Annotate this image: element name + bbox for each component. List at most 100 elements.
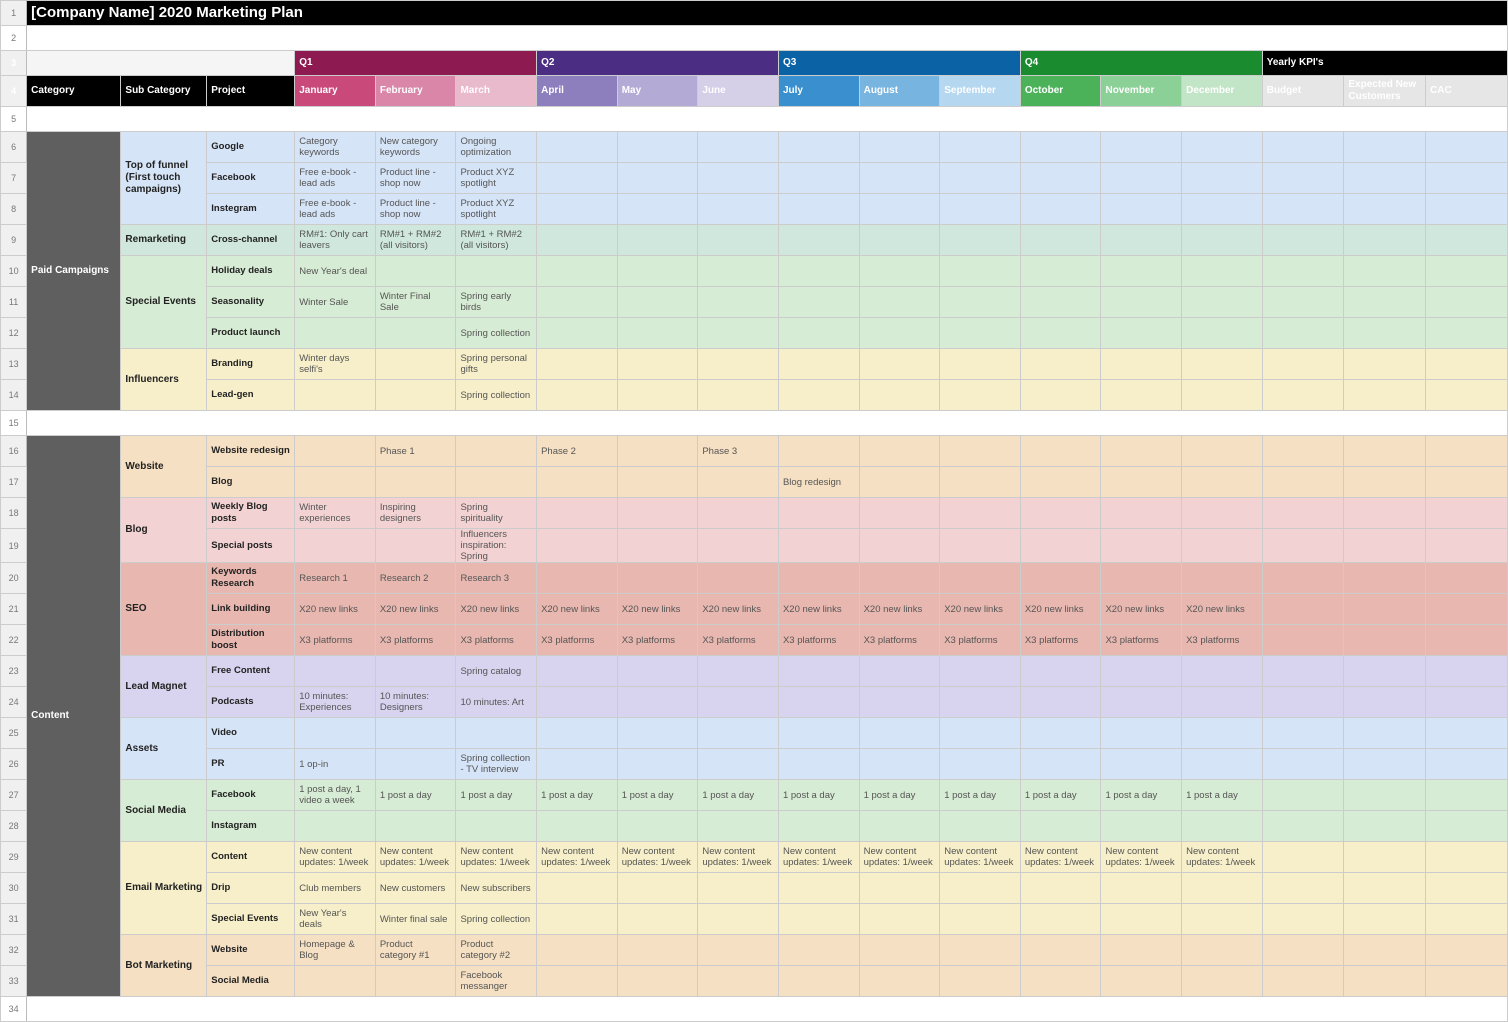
kpi-cell[interactable]: [1262, 132, 1344, 163]
row-number[interactable]: 29: [1, 842, 27, 873]
month-cell[interactable]: [617, 132, 698, 163]
month-cell[interactable]: [859, 811, 940, 842]
kpi-cell[interactable]: [1426, 380, 1508, 411]
kpi-cell[interactable]: [1262, 194, 1344, 225]
month-cell[interactable]: [698, 904, 779, 935]
project-cell[interactable]: Social Media: [207, 966, 295, 997]
month-cell[interactable]: [859, 287, 940, 318]
month-cell[interactable]: [1182, 225, 1263, 256]
month-cell[interactable]: [617, 718, 698, 749]
project-cell[interactable]: Cross-channel: [207, 225, 295, 256]
month-cell[interactable]: [617, 318, 698, 349]
month-cell[interactable]: [1020, 811, 1101, 842]
month-cell[interactable]: [617, 467, 698, 498]
month-cell[interactable]: [778, 873, 859, 904]
row-number[interactable]: 26: [1, 749, 27, 780]
month-cell[interactable]: Blog redesign: [778, 467, 859, 498]
month-cell[interactable]: [617, 935, 698, 966]
month-cell[interactable]: [940, 563, 1021, 594]
month-cell[interactable]: [698, 225, 779, 256]
month-cell[interactable]: Phase 2: [537, 436, 618, 467]
month-cell[interactable]: [859, 163, 940, 194]
month-cell[interactable]: X20 new links: [617, 594, 698, 625]
month-cell[interactable]: [940, 287, 1021, 318]
month-cell[interactable]: X3 platforms: [859, 625, 940, 656]
month-cell[interactable]: [537, 349, 618, 380]
month-cell[interactable]: [859, 563, 940, 594]
kpi-cell[interactable]: [1426, 132, 1508, 163]
project-cell[interactable]: Content: [207, 842, 295, 873]
month-cell[interactable]: [1182, 656, 1263, 687]
month-cell[interactable]: X20 new links: [940, 594, 1021, 625]
month-cell[interactable]: [698, 163, 779, 194]
month-cell[interactable]: [698, 380, 779, 411]
month-cell[interactable]: [537, 966, 618, 997]
month-cell[interactable]: [698, 873, 779, 904]
month-cell[interactable]: Winter Final Sale: [375, 287, 456, 318]
kpi-cell[interactable]: [1262, 749, 1344, 780]
month-cell[interactable]: [940, 529, 1021, 563]
month-cell[interactable]: [456, 436, 537, 467]
month-cell[interactable]: [295, 436, 376, 467]
month-cell[interactable]: Spring spirituality: [456, 498, 537, 529]
subcategory-cell[interactable]: Influencers: [121, 349, 207, 411]
month-cell[interactable]: [1182, 163, 1263, 194]
month-cell[interactable]: [1182, 467, 1263, 498]
month-cell[interactable]: [1020, 498, 1101, 529]
month-cell[interactable]: 1 post a day: [456, 780, 537, 811]
project-cell[interactable]: Special posts: [207, 529, 295, 563]
row-number[interactable]: 3: [1, 51, 27, 76]
project-cell[interactable]: Distribution boost: [207, 625, 295, 656]
month-cell[interactable]: [375, 718, 456, 749]
month-cell[interactable]: [1182, 194, 1263, 225]
month-cell[interactable]: [778, 436, 859, 467]
month-cell[interactable]: [1101, 318, 1182, 349]
kpi-cell[interactable]: [1262, 811, 1344, 842]
month-cell[interactable]: 1 post a day: [778, 780, 859, 811]
row-number[interactable]: 12: [1, 318, 27, 349]
grid-scroll[interactable]: 1[Company Name] 2020 Marketing Plan23Q1Q…: [0, 0, 1508, 1022]
month-cell[interactable]: New subscribers: [456, 873, 537, 904]
month-cell[interactable]: [778, 498, 859, 529]
month-cell[interactable]: [1182, 873, 1263, 904]
month-cell[interactable]: [375, 749, 456, 780]
month-cell[interactable]: [1101, 163, 1182, 194]
subcategory-cell[interactable]: Bot Marketing: [121, 935, 207, 997]
row-number[interactable]: 17: [1, 467, 27, 498]
month-cell[interactable]: [940, 467, 1021, 498]
month-cell[interactable]: [859, 349, 940, 380]
month-cell[interactable]: [1182, 935, 1263, 966]
month-cell[interactable]: X3 platforms: [456, 625, 537, 656]
month-cell[interactable]: [940, 132, 1021, 163]
row-number[interactable]: 20: [1, 563, 27, 594]
month-cell[interactable]: [1101, 935, 1182, 966]
month-cell[interactable]: [537, 656, 618, 687]
month-cell[interactable]: [940, 904, 1021, 935]
month-cell[interactable]: X3 platforms: [537, 625, 618, 656]
month-cell[interactable]: [537, 873, 618, 904]
project-cell[interactable]: Google: [207, 132, 295, 163]
month-cell[interactable]: [375, 256, 456, 287]
project-cell[interactable]: Branding: [207, 349, 295, 380]
kpi-cell[interactable]: [1262, 625, 1344, 656]
month-cell[interactable]: [859, 318, 940, 349]
project-cell[interactable]: Facebook: [207, 780, 295, 811]
month-cell[interactable]: Influencers inspiration: Spring: [456, 529, 537, 563]
month-cell[interactable]: [1101, 873, 1182, 904]
kpi-cell[interactable]: [1426, 873, 1508, 904]
project-cell[interactable]: PR: [207, 749, 295, 780]
month-cell[interactable]: 1 post a day: [617, 780, 698, 811]
month-cell[interactable]: 1 post a day: [859, 780, 940, 811]
kpi-cell[interactable]: [1262, 904, 1344, 935]
row-number[interactable]: 27: [1, 780, 27, 811]
month-cell[interactable]: New content updates: 1/week: [617, 842, 698, 873]
month-cell[interactable]: [1020, 966, 1101, 997]
month-cell[interactable]: X3 platforms: [1101, 625, 1182, 656]
month-cell[interactable]: Homepage & Blog: [295, 935, 376, 966]
month-cell[interactable]: [617, 194, 698, 225]
month-cell[interactable]: [1101, 529, 1182, 563]
month-cell[interactable]: 1 post a day: [1020, 780, 1101, 811]
month-cell[interactable]: [375, 380, 456, 411]
kpi-cell[interactable]: [1426, 935, 1508, 966]
month-cell[interactable]: [940, 811, 1021, 842]
